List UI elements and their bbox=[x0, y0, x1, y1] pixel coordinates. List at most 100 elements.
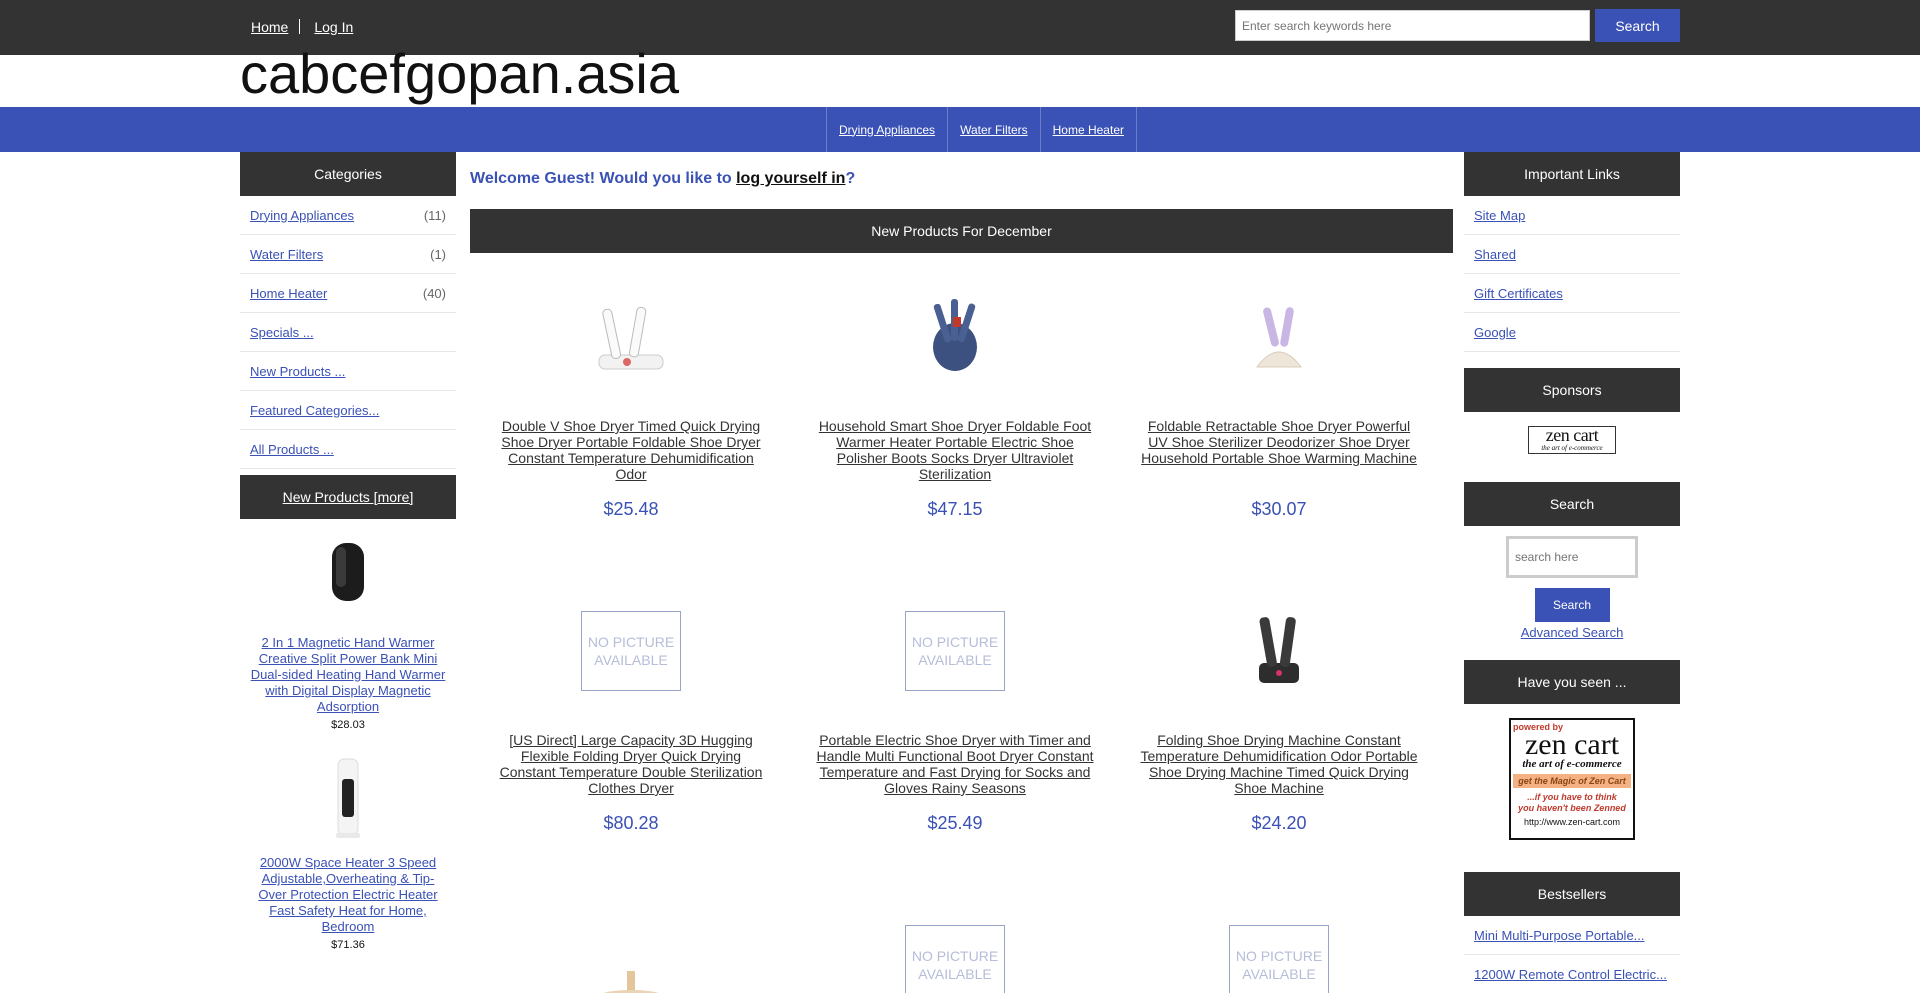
bestseller-row: 1200W Remote Control Electric... bbox=[1464, 955, 1680, 993]
category-link[interactable]: Drying Appliances bbox=[250, 208, 354, 223]
important-link-row: Google bbox=[1464, 313, 1680, 352]
shared-link[interactable]: Shared bbox=[1474, 247, 1516, 262]
home-link[interactable]: Home bbox=[251, 19, 288, 35]
zencart-powered-banner[interactable]: powered by zen cart the art of e-commerc… bbox=[1509, 718, 1635, 840]
product-name-link[interactable]: Folding Shoe Drying Machine Constant Tem… bbox=[1129, 732, 1429, 796]
product-image[interactable] bbox=[481, 920, 781, 993]
hand-warmer-image[interactable] bbox=[328, 541, 368, 603]
bestseller-link[interactable]: 1200W Remote Control Electric... bbox=[1474, 967, 1667, 982]
bestsellers-heading: Bestsellers bbox=[1464, 872, 1680, 916]
product-price: $25.49 bbox=[927, 813, 983, 833]
product-card: NO PICTURE AVAILABLE bbox=[805, 920, 1105, 993]
product-card: NO PICTURE AVAILABLE [US Direct] Large C… bbox=[481, 606, 781, 833]
sidebar-search: Search Advanced Search bbox=[1464, 526, 1680, 640]
banner-art-text: the art of e-commerce bbox=[1522, 758, 1622, 770]
right-sidebar: Important Links Site Map Shared Gift Cer… bbox=[1464, 152, 1680, 993]
category-link[interactable]: Water Filters bbox=[250, 247, 323, 262]
category-link[interactable]: New Products ... bbox=[250, 364, 345, 379]
banner-zen-text: zen cart bbox=[1524, 728, 1620, 761]
top-search-input[interactable] bbox=[1235, 10, 1590, 41]
product-name-link[interactable]: Household Smart Shoe Dryer Foldable Foot… bbox=[805, 418, 1105, 482]
category-row: Drying Appliances (11) bbox=[240, 196, 456, 235]
product-image[interactable]: NO PICTURE AVAILABLE bbox=[1129, 920, 1429, 993]
banner-think-line-2: you haven't been Zenned bbox=[1518, 803, 1626, 813]
sidebar-product: 2 In 1 Magnetic Hand Warmer Creative Spl… bbox=[240, 519, 456, 731]
google-link[interactable]: Google bbox=[1474, 325, 1516, 340]
category-nav-bar: Drying Appliances Water Filters Home Hea… bbox=[0, 107, 1920, 152]
sidebar-search-button[interactable]: Search bbox=[1534, 588, 1610, 622]
category-link[interactable]: Featured Categories... bbox=[250, 403, 379, 418]
product-image[interactable] bbox=[1129, 292, 1429, 382]
welcome-text: Welcome Guest! Would you like to bbox=[470, 170, 737, 187]
top-nav: Home Log In bbox=[251, 19, 353, 35]
sidebar-product-price: $71.36 bbox=[331, 939, 365, 951]
category-link[interactable]: All Products ... bbox=[250, 442, 334, 457]
new-products-more-link[interactable]: New Products [more] bbox=[283, 489, 414, 505]
category-link[interactable]: Specials ... bbox=[250, 325, 314, 340]
search-heading: Search bbox=[1464, 482, 1680, 526]
category-row: New Products ... bbox=[240, 352, 456, 391]
catnav-water-filters[interactable]: Water Filters bbox=[960, 123, 1028, 137]
top-search-button[interactable]: Search bbox=[1595, 9, 1680, 42]
banner-url: http://www.zen-cart.com bbox=[1523, 817, 1621, 827]
shoe-dryer-dark-image bbox=[1259, 617, 1299, 683]
sponsor-zencart-logo[interactable]: zen cart the art of e-commerce bbox=[1528, 426, 1616, 454]
product-card: Household Smart Shoe Dryer Foldable Foot… bbox=[805, 292, 1105, 519]
catnav-item: Drying Appliances bbox=[827, 107, 949, 152]
product-card bbox=[481, 920, 781, 993]
banner-magic-text: get the Magic of Zen Cart bbox=[1513, 774, 1631, 788]
space-heater-image[interactable] bbox=[330, 757, 366, 841]
important-link-row: Shared bbox=[1464, 235, 1680, 274]
important-link-row: Gift Certificates bbox=[1464, 274, 1680, 313]
product-name-link[interactable]: Foldable Retractable Shoe Dryer Powerful… bbox=[1129, 418, 1429, 466]
site-map-link[interactable]: Site Map bbox=[1474, 208, 1525, 223]
site-logo[interactable]: cabcefgopan.asia bbox=[240, 42, 679, 106]
product-image[interactable]: NO PICTURE AVAILABLE bbox=[805, 920, 1105, 993]
sidebar-product: 2000W Space Heater 3 Speed Adjustable,Ov… bbox=[240, 731, 456, 951]
catnav-home-heater[interactable]: Home Heater bbox=[1053, 123, 1124, 137]
sponsor-logo-sub: the art of e-commerce bbox=[1541, 444, 1603, 452]
sidebar-product-name[interactable]: 2 In 1 Magnetic Hand Warmer Creative Spl… bbox=[250, 635, 446, 715]
category-count: (40) bbox=[422, 285, 446, 301]
new-products-section-title: New Products For December bbox=[470, 209, 1453, 253]
product-image[interactable] bbox=[481, 292, 781, 382]
product-price: $80.28 bbox=[603, 813, 659, 833]
category-count: (1) bbox=[430, 246, 446, 262]
product-image[interactable] bbox=[1129, 606, 1429, 696]
product-card: Foldable Retractable Shoe Dryer Powerful… bbox=[1129, 292, 1429, 519]
product-name-link[interactable]: [US Direct] Large Capacity 3D Hugging Fl… bbox=[481, 732, 781, 796]
nav-divider bbox=[299, 19, 301, 34]
product-price: $24.20 bbox=[1251, 813, 1307, 833]
gift-certificates-link[interactable]: Gift Certificates bbox=[1474, 286, 1563, 301]
product-image[interactable] bbox=[805, 292, 1105, 382]
catnav-item: Home Heater bbox=[1041, 107, 1137, 152]
product-card: NO PICTURE AVAILABLE bbox=[1129, 920, 1429, 993]
shoe-dryer-blue-image bbox=[933, 299, 977, 371]
category-row: Featured Categories... bbox=[240, 391, 456, 430]
advanced-search-link[interactable]: Advanced Search bbox=[1464, 625, 1680, 640]
no-picture-placeholder: NO PICTURE AVAILABLE bbox=[905, 611, 1005, 691]
sidebar-product-name[interactable]: 2000W Space Heater 3 Speed Adjustable,Ov… bbox=[250, 855, 446, 935]
have-you-seen-heading: Have you seen ... bbox=[1464, 660, 1680, 704]
sidebar-search-input[interactable] bbox=[1506, 536, 1638, 578]
catnav-drying-appliances[interactable]: Drying Appliances bbox=[839, 123, 935, 137]
category-row: Specials ... bbox=[240, 313, 456, 352]
categories-heading: Categories bbox=[240, 152, 456, 196]
product-name-link[interactable]: Portable Electric Shoe Dryer with Timer … bbox=[805, 732, 1105, 796]
product-name-link[interactable]: Double V Shoe Dryer Timed Quick Drying S… bbox=[481, 418, 781, 482]
left-sidebar: Categories Drying Appliances (11) Water F… bbox=[240, 152, 456, 951]
login-link[interactable]: Log In bbox=[314, 19, 353, 35]
sponsors-heading: Sponsors bbox=[1464, 368, 1680, 412]
product-image[interactable]: NO PICTURE AVAILABLE bbox=[481, 606, 781, 696]
shoe-dryer-white-image bbox=[598, 306, 664, 370]
welcome-suffix: ? bbox=[845, 170, 856, 187]
sidebar-product-price: $28.03 bbox=[331, 719, 365, 731]
no-picture-placeholder: NO PICTURE AVAILABLE bbox=[905, 925, 1005, 993]
login-prompt-link[interactable]: log yourself in bbox=[736, 170, 845, 187]
product-image[interactable]: NO PICTURE AVAILABLE bbox=[805, 606, 1105, 696]
bestseller-link[interactable]: Mini Multi-Purpose Portable... bbox=[1474, 928, 1645, 943]
category-row: All Products ... bbox=[240, 430, 456, 469]
catnav-item: Water Filters bbox=[948, 107, 1041, 152]
category-link[interactable]: Home Heater bbox=[250, 286, 327, 301]
product-card: NO PICTURE AVAILABLE Portable Electric S… bbox=[805, 606, 1105, 833]
